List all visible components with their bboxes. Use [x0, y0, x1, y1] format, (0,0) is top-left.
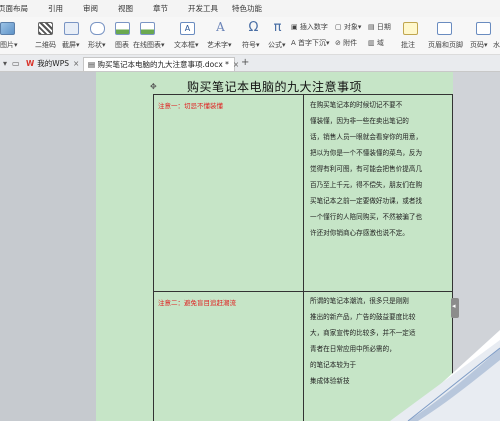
text-line: 买笔记本之前一定要做好功课，或者找 — [310, 197, 423, 205]
menu-section[interactable]: 章节 — [146, 3, 175, 14]
caution-heading-1: 注意一：切忌不懂装懂 — [158, 102, 223, 110]
tab-current-document[interactable]: ▤ 购买笔记本电脑的九大注意事项.docx * × — [83, 57, 239, 71]
menu-view[interactable]: 视图 — [111, 3, 140, 14]
menu-features[interactable]: 特色功能 — [225, 3, 269, 14]
document-tab-bar: ▾ ▭ W 我的WPS × ▤ 购买笔记本电脑的九大注意事项.docx * × + — [0, 55, 500, 72]
domain-button[interactable]: ▥ 域 — [368, 39, 384, 48]
new-tab-icon[interactable]: + — [241, 57, 249, 68]
textbox-icon[interactable]: A — [180, 22, 195, 35]
text-line: 把以为你是一个不懂装懂的菜鸟，反为 — [310, 149, 423, 157]
table-row-divider — [154, 291, 454, 292]
wps-logo-icon: W — [26, 59, 35, 68]
chevron-down-icon[interactable]: ▾ — [3, 59, 7, 68]
insert-number-button[interactable]: ▣ 插入数字 — [291, 23, 328, 32]
online-chart-icon[interactable] — [140, 22, 155, 35]
symbol-icon[interactable]: Ω — [246, 21, 261, 34]
page-number-button[interactable]: 页码▾ — [470, 41, 488, 50]
caution-body-1: 在购买笔记本的时候切记不要不 懂装懂，因为非一些在卖出笔记的 话，销售人员一眼就… — [310, 97, 450, 241]
tab-my-wps[interactable]: W 我的WPS × — [22, 57, 80, 71]
text-line: 觉得有利可图，有可能会把售价提高几 — [310, 165, 423, 173]
shape-button[interactable]: 形状▾ — [88, 41, 106, 50]
ribbon-toolbar: 图片▾ 二维码 截屏▾ 形状▾ 图表 在线图表▾ A 文本框▾ A 艺术字▾ Ω… — [0, 17, 500, 55]
table-column-divider — [303, 95, 304, 421]
close-icon[interactable]: × — [73, 59, 79, 68]
resize-handle-icon[interactable]: ◂ — [451, 298, 459, 318]
text-line: 话，销售人员一眼就会看穿你的用意， — [310, 133, 423, 141]
screenshot-button[interactable]: 截屏▾ — [62, 41, 80, 50]
header-footer-button[interactable]: 页眉和页脚 — [428, 41, 463, 50]
document-icon: ▤ — [88, 60, 96, 69]
screenshot-icon[interactable] — [64, 22, 79, 35]
menu-review[interactable]: 审阅 — [76, 3, 105, 14]
formula-icon[interactable]: π — [270, 21, 285, 34]
close-icon[interactable]: × — [233, 60, 239, 69]
symbol-button[interactable]: 符号▾ — [242, 41, 260, 50]
attachment-button[interactable]: ⊘ 附件 — [335, 39, 357, 48]
header-footer-icon[interactable] — [437, 22, 452, 35]
textbox-button[interactable]: 文本框▾ — [174, 41, 199, 50]
text-line: 百乃至上千元，得不偿失，朋友们在购 — [310, 181, 423, 189]
chart-icon[interactable] — [115, 22, 130, 35]
online-chart-button[interactable]: 在线图表▾ — [133, 41, 165, 50]
picture-button[interactable]: 图片▾ — [0, 41, 18, 50]
picture-icon[interactable] — [0, 22, 15, 35]
qrcode-button[interactable]: 二维码 — [35, 41, 56, 50]
watermark-button[interactable]: 水 — [493, 41, 500, 50]
text-line: 推出的新产品，广告的鼓益要度比较 — [310, 313, 416, 321]
menu-developer[interactable]: 开发工具 — [181, 3, 225, 14]
shape-icon[interactable] — [90, 22, 105, 35]
object-button[interactable]: ▢ 对象▾ — [335, 23, 361, 32]
wordart-icon[interactable]: A — [213, 21, 228, 34]
formula-button[interactable]: 公式▾ — [268, 41, 286, 50]
text-line: 懂装懂，因为非一些在卖出笔记的 — [310, 117, 409, 125]
comment-icon[interactable] — [403, 22, 418, 35]
chart-button[interactable]: 图表 — [115, 41, 129, 50]
dock-icon[interactable]: ▭ — [12, 59, 20, 68]
text-line: 许还对你销商心存感激也说不定。 — [310, 229, 409, 237]
text-line: 所谓的笔记本潮流，很多只是刚刚 — [310, 297, 409, 305]
text-line: 在购买笔记本的时候切记不要不 — [310, 101, 403, 109]
dropcap-button[interactable]: A 首字下沉▾ — [291, 39, 330, 48]
document-title: 购买笔记本电脑的九大注意事项 — [186, 80, 362, 94]
caution-heading-2: 注意二：避免盲目追赶潮流 — [158, 299, 236, 307]
menu-bar: 页面布局 引用 审阅 视图 章节 开发工具 特色功能 — [0, 0, 500, 17]
menu-layout[interactable]: 页面布局 — [0, 3, 35, 14]
page-curl-icon — [390, 330, 500, 421]
page-number-icon[interactable] — [476, 22, 491, 35]
wordart-button[interactable]: 艺术字▾ — [207, 41, 232, 50]
menu-references[interactable]: 引用 — [41, 3, 70, 14]
text-line: 一个懂行的人陪同购买，不然被骗了也 — [310, 213, 423, 221]
date-button[interactable]: ▤ 日期 — [368, 23, 391, 32]
qrcode-icon[interactable] — [38, 22, 53, 35]
comment-button[interactable]: 批注 — [401, 41, 415, 50]
left-margin-area — [0, 72, 96, 421]
